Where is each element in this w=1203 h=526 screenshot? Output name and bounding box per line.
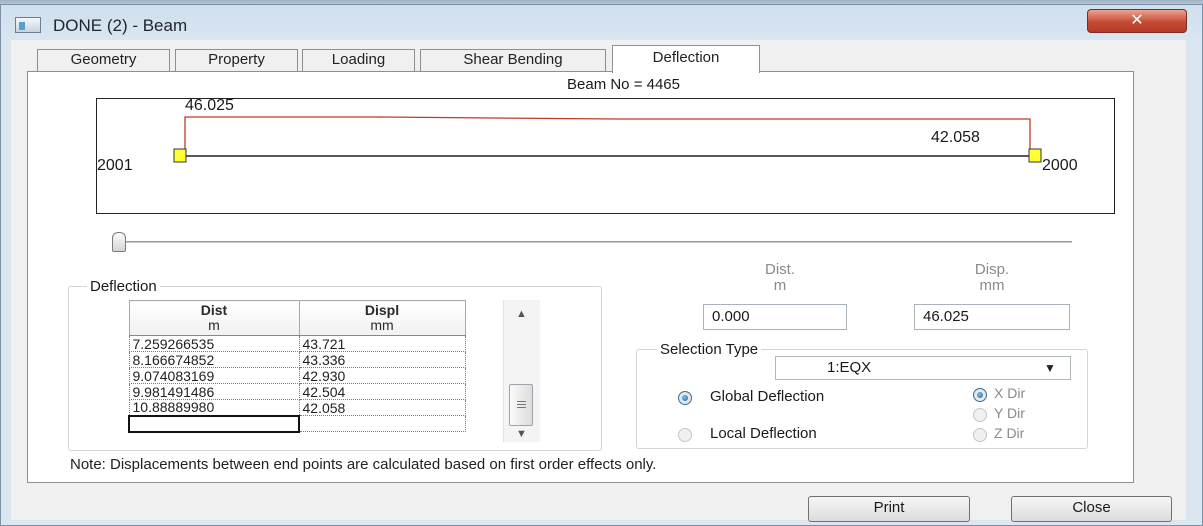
global-deflection-radio[interactable]: [678, 391, 692, 405]
tab-deflection[interactable]: Deflection: [612, 45, 760, 73]
tab-property[interactable]: Property: [175, 49, 298, 71]
slider-thumb[interactable]: [112, 232, 126, 252]
table-row[interactable]: 7.259266535 43.721: [128, 335, 466, 352]
beam-number-label: Beam No = 4465: [567, 76, 680, 93]
y-dir-label[interactable]: Y Dir: [994, 405, 1025, 421]
left-deflection-value: 46.025: [185, 97, 234, 114]
cell-dist[interactable]: 9.981491486: [128, 383, 300, 400]
cell-displ[interactable]: 42.930: [298, 367, 466, 384]
close-icon: ✕: [1130, 12, 1144, 29]
cell-displ[interactable]: [298, 415, 466, 432]
x-dir-radio[interactable]: [973, 388, 987, 402]
table-row[interactable]: 8.166674852 43.336: [128, 351, 466, 368]
table-scrollbar[interactable]: ▲ ▼: [503, 300, 540, 442]
column-header-dist[interactable]: Dist m: [128, 300, 300, 336]
cell-dist[interactable]: 9.074083169: [128, 367, 300, 384]
deflection-group-label: Deflection: [87, 278, 160, 295]
deflection-curve: [184, 116, 1031, 156]
left-support-marker: [173, 148, 187, 163]
cell-dist-editing[interactable]: [128, 414, 300, 433]
tab-geometry[interactable]: Geometry: [37, 49, 170, 71]
global-deflection-label[interactable]: Global Deflection: [710, 388, 824, 405]
position-slider[interactable]: [112, 232, 1072, 256]
x-dir-label[interactable]: X Dir: [994, 385, 1025, 401]
window-close-button[interactable]: ✕: [1087, 9, 1187, 33]
cell-displ[interactable]: 42.504: [298, 383, 466, 400]
z-dir-label[interactable]: Z Dir: [994, 425, 1024, 441]
cell-dist[interactable]: 7.259266535: [128, 335, 300, 352]
local-deflection-label[interactable]: Local Deflection: [710, 425, 817, 442]
dist-label: Dist. m: [765, 261, 795, 294]
slider-track: [112, 241, 1072, 243]
right-deflection-value: 42.058: [931, 129, 980, 146]
y-dir-radio[interactable]: [973, 408, 987, 422]
table-row[interactable]: 10.88889980 42.058: [128, 399, 466, 416]
tab-loading[interactable]: Loading: [302, 49, 415, 71]
scroll-up-arrow-icon[interactable]: ▲: [516, 308, 527, 320]
cell-dist[interactable]: 10.88889980: [128, 399, 300, 416]
column-header-displ[interactable]: Displ mm: [298, 300, 466, 336]
disp-label: Disp. mm: [974, 261, 1010, 294]
load-case-dropdown[interactable]: 1:EQX ▼: [775, 356, 1071, 380]
note-text: Note: Displacements between end points a…: [70, 456, 657, 473]
deflection-table-wrapper: Dist m Displ mm 7.259266535 43.721 8.166674…: [128, 300, 466, 433]
deflection-diagram-svg: [173, 116, 1042, 163]
load-case-selected: 1:EQX: [827, 359, 872, 376]
selection-type-label: Selection Type: [657, 341, 762, 358]
right-node-label: 2000: [1042, 157, 1078, 174]
window-app-icon: [15, 17, 41, 33]
disp-value-field[interactable]: 46.025: [914, 304, 1070, 330]
tab-shear-bending[interactable]: Shear Bending: [420, 49, 606, 71]
cell-displ[interactable]: 42.058: [298, 399, 466, 416]
table-row[interactable]: 9.074083169 42.930: [128, 367, 466, 384]
cell-displ[interactable]: 43.336: [298, 351, 466, 368]
table-row-new[interactable]: [128, 414, 466, 433]
dist-value-field[interactable]: 0.000: [703, 304, 847, 330]
beam-deflection-diagram: 46.025 42.058 2001 2000: [96, 97, 1115, 214]
deflection-table: Dist m Displ mm 7.259266535 43.721 8.166674…: [128, 300, 466, 433]
window-title: DONE (2) - Beam: [53, 16, 188, 35]
z-dir-radio[interactable]: [973, 428, 987, 442]
close-button[interactable]: Close: [1011, 496, 1172, 522]
table-row[interactable]: 9.981491486 42.504: [128, 383, 466, 400]
chevron-down-icon[interactable]: ▼: [1044, 361, 1056, 375]
cell-displ[interactable]: 43.721: [298, 335, 466, 352]
print-button[interactable]: Print: [808, 496, 970, 522]
local-deflection-radio[interactable]: [678, 428, 692, 442]
left-node-label: 2001: [97, 157, 133, 174]
scroll-down-arrow-icon[interactable]: ▼: [516, 428, 527, 440]
cell-dist[interactable]: 8.166674852: [128, 351, 300, 368]
right-support-marker: [1028, 148, 1042, 163]
scrollbar-thumb[interactable]: [509, 384, 533, 426]
